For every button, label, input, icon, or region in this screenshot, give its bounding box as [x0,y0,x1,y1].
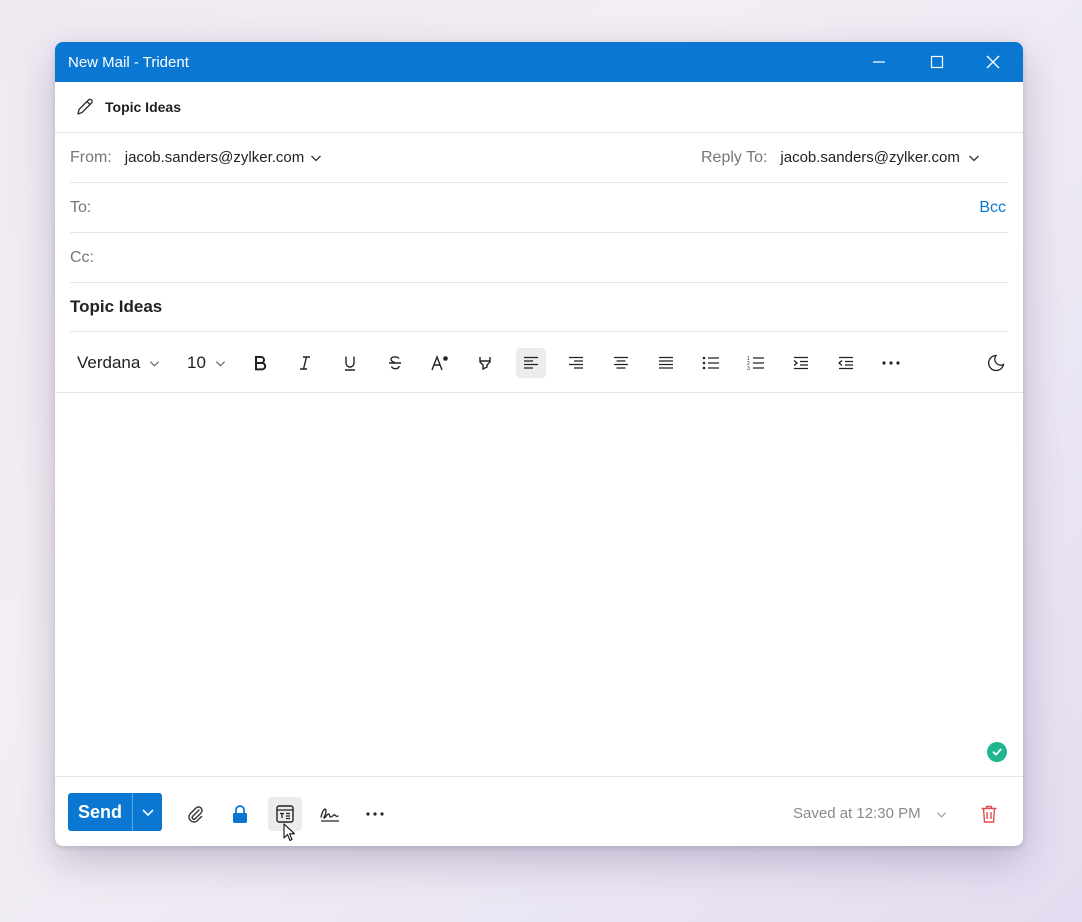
more-icon [882,361,900,365]
trash-icon [981,805,997,823]
font-family-value: Verdana [77,353,141,372]
bullet-list-button[interactable] [696,348,726,378]
subject-field[interactable]: Topic Ideas [70,297,162,317]
format-toolbar: Verdana 10 1 2 3 [55,332,1023,393]
chevron-down-icon [936,811,946,818]
from-row: From: jacob.sanders@zylker.com Reply To:… [70,133,1008,183]
title-bar: New Mail - Trident [55,42,1023,82]
to-row[interactable]: To: Bcc [70,183,1008,233]
maximize-icon [930,55,944,69]
align-right-icon [569,356,583,369]
indent-icon [793,356,808,370]
align-right-button[interactable] [561,348,591,378]
more-format-button[interactable] [876,348,906,378]
align-center-button[interactable] [606,348,636,378]
cc-label: Cc: [70,248,94,266]
compose-title: Topic Ideas [105,99,181,115]
italic-button[interactable] [290,348,320,378]
numbered-list-button[interactable]: 123 [741,348,771,378]
chevron-down-icon [150,360,160,367]
chevron-down-icon [141,809,154,817]
signature-icon [320,808,339,822]
minimize-icon [873,61,885,63]
justify-icon [659,356,673,369]
from-selector[interactable]: jacob.sanders@zylker.com [125,149,322,166]
maximize-button[interactable] [909,42,965,82]
compose-header: Topic Ideas [55,82,1023,133]
align-left-icon [524,356,538,369]
highlight-icon [479,357,491,371]
template-icon [276,805,294,823]
saved-status-dropdown[interactable] [929,797,953,831]
reply-to-group: Reply To: jacob.sanders@zylker.com [701,149,980,167]
svg-text:3: 3 [747,366,750,371]
attach-icon [188,806,203,823]
from-value: jacob.sanders@zylker.com [124,149,305,166]
compose-window: New Mail - Trident Topic Ideas From: jac… [55,42,1023,846]
font-size-value: 10 [187,353,206,372]
discard-button[interactable] [972,797,1006,831]
align-left-button[interactable] [516,348,546,378]
italic-icon [300,356,310,370]
close-button[interactable] [965,42,1021,82]
bullet-list-icon [702,356,719,370]
mouse-cursor-icon [283,823,297,846]
bold-button[interactable] [245,348,275,378]
bcc-link[interactable]: Bcc [979,199,1006,217]
text-color-button[interactable] [425,348,455,378]
cc-row[interactable]: Cc: [70,233,1008,283]
text-color-icon [431,355,448,371]
signature-button[interactable] [313,797,347,831]
numbered-list-icon: 123 [747,356,764,371]
chevron-down-icon [968,155,979,161]
highlight-button[interactable] [470,348,500,378]
pencil-icon [77,98,93,115]
subject-row[interactable]: Topic Ideas [70,282,1008,332]
encrypt-button[interactable] [223,797,257,831]
more-options-button[interactable] [358,797,392,831]
reply-to-selector[interactable]: jacob.sanders@zylker.com [780,149,979,166]
font-size-select[interactable]: 10 [187,348,226,378]
saved-status: Saved at 12:30 PM [793,805,921,822]
reply-to-label: Reply To: [701,148,768,166]
window-title: New Mail - Trident [68,53,189,71]
font-family-select[interactable]: Verdana [77,348,160,378]
chevron-down-icon [215,360,225,367]
chevron-down-icon [311,155,322,161]
strikethrough-icon [389,356,401,370]
underline-icon [345,356,355,371]
underline-button[interactable] [335,348,365,378]
compose-footer: Send Saved at 12:30 PM [55,776,1023,846]
reply-to-value: jacob.sanders@zylker.com [780,149,960,166]
minimize-button[interactable] [851,42,907,82]
justify-button[interactable] [651,348,681,378]
from-label: From: [70,148,112,166]
message-body-editor[interactable] [55,393,1023,776]
strikethrough-button[interactable] [380,348,410,378]
align-center-icon [614,356,628,369]
outdent-button[interactable] [831,348,861,378]
dark-mode-button[interactable] [981,348,1011,378]
attach-button[interactable] [178,797,212,831]
send-options-button[interactable] [133,805,162,819]
dark-mode-icon [988,354,1005,372]
grammar-check-icon[interactable] [987,742,1007,762]
send-button[interactable]: Send [68,793,162,831]
send-label: Send [77,801,122,822]
indent-button[interactable] [786,348,816,378]
to-label: To: [70,198,92,216]
bold-icon [255,356,267,371]
more-icon [366,812,384,816]
close-icon [986,55,1000,69]
lock-icon [233,805,247,823]
outdent-icon [838,356,853,370]
